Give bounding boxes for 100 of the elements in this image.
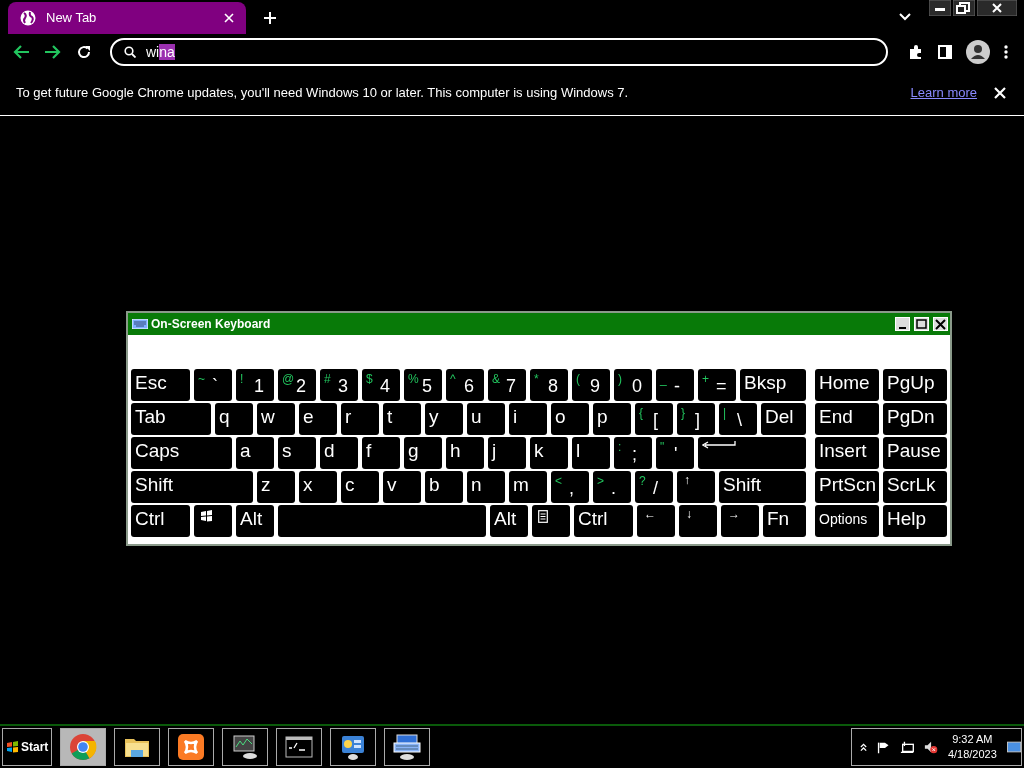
key[interactable]: ) 0 — [614, 369, 652, 401]
key[interactable]: ← — [637, 505, 675, 537]
close-icon[interactable] — [994, 86, 1006, 99]
taskbar-button[interactable] — [384, 728, 430, 766]
key[interactable]: Del — [761, 403, 806, 435]
key[interactable]: q — [215, 403, 253, 435]
key[interactable]: c — [341, 471, 379, 503]
close-button[interactable] — [977, 0, 1017, 16]
key[interactable]: } ] — [677, 403, 715, 435]
taskbar-button[interactable] — [168, 728, 214, 766]
key[interactable]: Bksp — [740, 369, 806, 401]
clock-date[interactable]: 4/18/2023 — [947, 747, 997, 762]
key[interactable]: PrtScn — [815, 471, 879, 503]
network-icon[interactable] — [899, 740, 914, 754]
key[interactable]: Options — [815, 505, 879, 537]
key[interactable]: a — [236, 437, 274, 469]
taskbar-button[interactable] — [114, 728, 160, 766]
key[interactable]: o — [551, 403, 589, 435]
key[interactable]: : ; — [614, 437, 652, 469]
key[interactable]: i — [509, 403, 547, 435]
caret-down-icon[interactable] — [899, 13, 911, 21]
key[interactable]: h — [446, 437, 484, 469]
key[interactable]: Ctrl — [131, 505, 190, 537]
address-bar[interactable]: wina — [110, 38, 888, 66]
key[interactable]: & 7 — [488, 369, 526, 401]
taskbar-button[interactable] — [330, 728, 376, 766]
key[interactable]: # 3 — [320, 369, 358, 401]
key[interactable]: | \ — [719, 403, 757, 435]
show-desktop-icon[interactable] — [1006, 741, 1021, 753]
key[interactable]: d — [320, 437, 358, 469]
enter-key[interactable] — [698, 437, 806, 469]
key[interactable]: ! 1 — [236, 369, 274, 401]
chevron-up-icon[interactable] — [860, 742, 868, 752]
new-tab-icon[interactable] — [263, 11, 277, 25]
key[interactable]: Home — [815, 369, 879, 401]
key[interactable]: → — [721, 505, 759, 537]
key[interactable]: g — [404, 437, 442, 469]
key[interactable]: Fn — [763, 505, 806, 537]
forward-arrow-icon[interactable] — [44, 44, 62, 60]
key[interactable]: Pause — [883, 437, 947, 469]
more-menu-icon[interactable] — [1004, 45, 1008, 59]
key[interactable]: Tab — [131, 403, 211, 435]
learn-more-link[interactable]: Learn more — [910, 82, 977, 103]
key[interactable]: > . — [593, 471, 631, 503]
clock-time[interactable]: 9:32 AM — [952, 732, 993, 747]
key[interactable]: z — [257, 471, 295, 503]
key[interactable]: * 8 — [530, 369, 568, 401]
close-icon[interactable] — [224, 13, 234, 23]
key[interactable]: p — [593, 403, 631, 435]
restore-button[interactable] — [953, 0, 975, 16]
key[interactable]: ^ 6 — [446, 369, 484, 401]
key[interactable]: $ 4 — [362, 369, 400, 401]
key[interactable]: PgUp — [883, 369, 947, 401]
puzzle-icon[interactable] — [908, 44, 924, 60]
taskbar-button[interactable] — [222, 728, 268, 766]
key[interactable]: ↓ — [679, 505, 717, 537]
avatar-icon[interactable] — [966, 40, 990, 64]
minimize-button[interactable] — [929, 0, 951, 16]
key[interactable]: Insert — [815, 437, 879, 469]
key[interactable]: < , — [551, 471, 589, 503]
key[interactable]: Shift — [719, 471, 806, 503]
key[interactable]: ScrLk — [883, 471, 947, 503]
key[interactable]: { [ — [635, 403, 673, 435]
key[interactable]: l — [572, 437, 610, 469]
key[interactable]: Alt — [236, 505, 274, 537]
key[interactable]: e — [299, 403, 337, 435]
side-panel-icon[interactable] — [938, 45, 952, 59]
key[interactable] — [532, 505, 570, 537]
reload-icon[interactable] — [76, 44, 92, 60]
key[interactable]: b — [425, 471, 463, 503]
key[interactable]: Help — [883, 505, 947, 537]
key[interactable]: ↑ — [677, 471, 715, 503]
back-arrow-icon[interactable] — [12, 44, 30, 60]
maximize-button[interactable] — [914, 317, 929, 331]
key[interactable]: f — [362, 437, 400, 469]
key[interactable]: r — [341, 403, 379, 435]
key[interactable]: t — [383, 403, 421, 435]
start-button[interactable]: Start — [2, 728, 52, 766]
key[interactable]: Alt — [490, 505, 528, 537]
key[interactable]: y — [425, 403, 463, 435]
key[interactable]: ? / — [635, 471, 673, 503]
key[interactable]: ~ ` — [194, 369, 232, 401]
key[interactable]: w — [257, 403, 295, 435]
key[interactable]: n — [467, 471, 505, 503]
key[interactable]: k — [530, 437, 568, 469]
key[interactable]: Caps — [131, 437, 232, 469]
key[interactable]: m — [509, 471, 547, 503]
key[interactable]: % 5 — [404, 369, 442, 401]
browser-tab[interactable]: New Tab — [8, 2, 246, 34]
key[interactable]: PgDn — [883, 403, 947, 435]
flag-icon[interactable] — [877, 740, 890, 754]
key[interactable]: @2 — [278, 369, 316, 401]
key[interactable]: + = — [698, 369, 736, 401]
key[interactable]: _ - — [656, 369, 694, 401]
muted-speaker-icon[interactable] — [923, 740, 938, 754]
key[interactable]: u — [467, 403, 505, 435]
key[interactable]: x — [299, 471, 337, 503]
key[interactable]: Ctrl — [574, 505, 633, 537]
key[interactable]: s — [278, 437, 316, 469]
key[interactable]: Esc — [131, 369, 190, 401]
